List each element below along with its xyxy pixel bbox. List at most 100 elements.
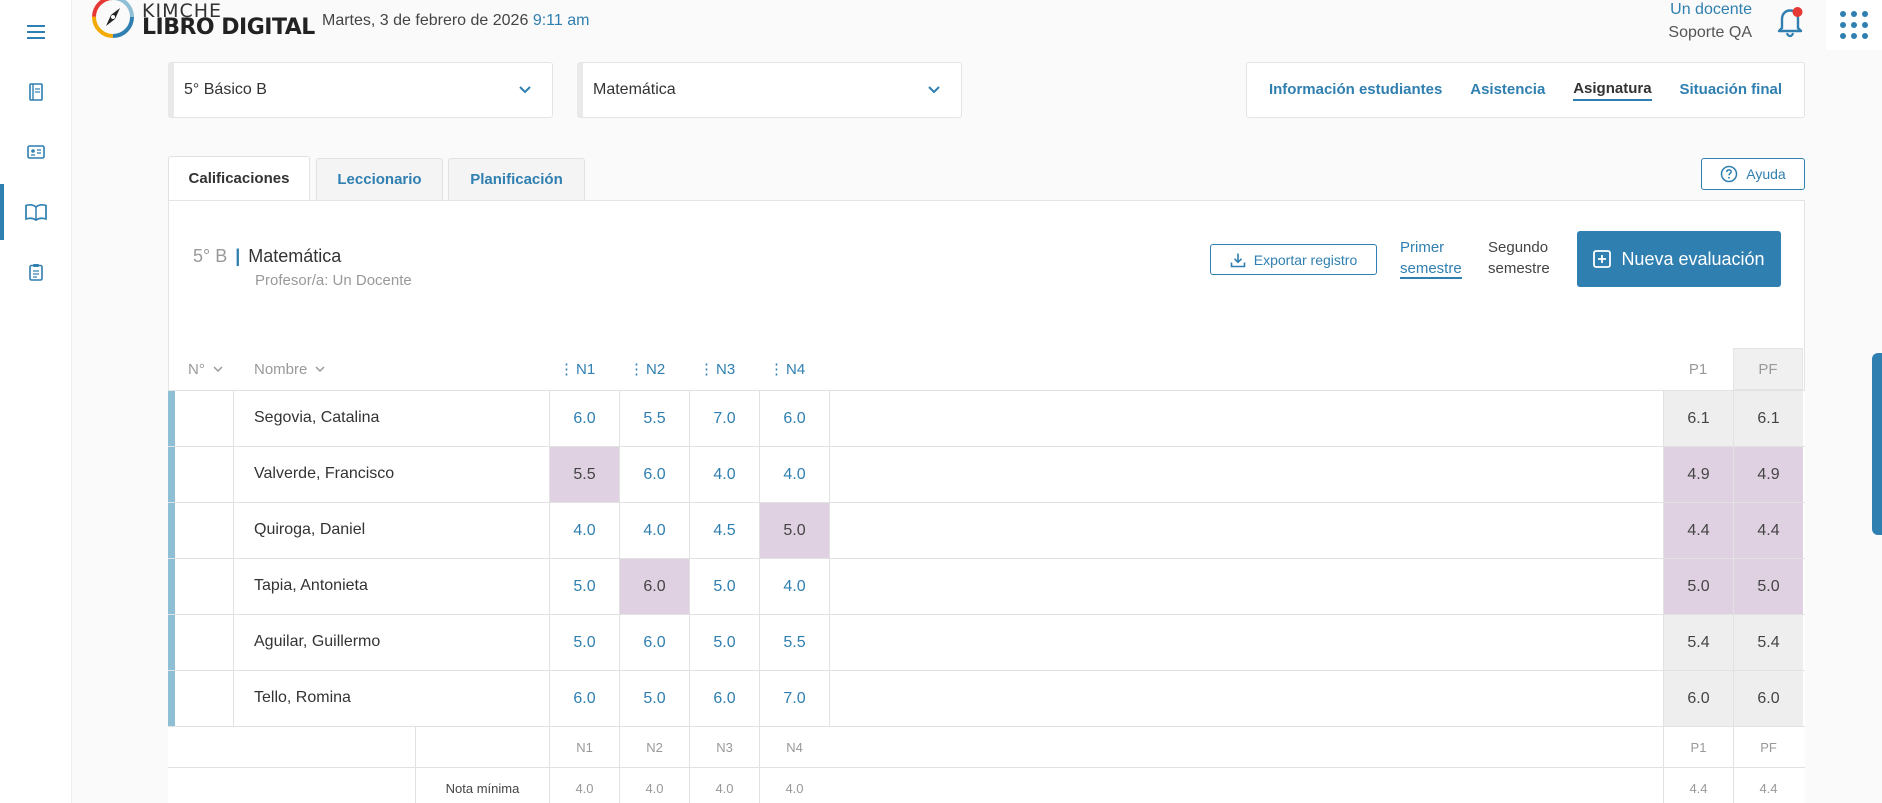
course-short: 5° B	[193, 246, 228, 266]
open-book-icon[interactable]	[0, 184, 72, 240]
student-number-cell	[175, 615, 234, 671]
grade-cell[interactable]: 6.0	[619, 447, 689, 503]
export-button[interactable]: Exportar registro	[1210, 244, 1377, 275]
grade-cell[interactable]: 4.0	[549, 503, 619, 559]
pf-average-cell: 5.4	[1733, 615, 1803, 671]
subject-select[interactable]: Matemática	[577, 62, 962, 118]
student-name[interactable]: Tapia, Antonieta	[254, 577, 368, 595]
nav-tab-informacion-estudiantes[interactable]: Información estudiantes	[1269, 81, 1442, 100]
semester-1-toggle[interactable]: Primer semestre	[1400, 237, 1462, 279]
col-header-n4[interactable]: ⋮ N4	[769, 348, 829, 390]
subject-title: Matemática	[248, 246, 342, 266]
new-evaluation-button[interactable]: Nueva evaluación	[1577, 231, 1781, 287]
chevron-down-icon	[519, 86, 531, 94]
summary-header-cell: N1	[549, 727, 619, 768]
notebook-icon[interactable]	[0, 64, 72, 120]
breadcrumb-separator: |	[235, 246, 241, 266]
student-name[interactable]: Valverde, Francisco	[254, 465, 394, 483]
col-header-n2[interactable]: ⋮ N2	[629, 348, 689, 390]
pf-average-cell: 5.0	[1733, 559, 1803, 615]
col-header-name-label: Nombre	[254, 360, 308, 378]
grade-cell[interactable]: 6.0	[549, 671, 619, 727]
new-evaluation-label: Nueva evaluación	[1621, 248, 1765, 269]
summary-header-cell: N4	[759, 727, 829, 768]
grade-cell[interactable]: 4.5	[689, 503, 759, 559]
column-menu-icon[interactable]: ⋮	[699, 360, 714, 378]
student-name[interactable]: Aguilar, Guillermo	[254, 633, 380, 651]
row-marker	[168, 503, 175, 559]
notification-bell-icon[interactable]	[1774, 4, 1806, 38]
menu-icon[interactable]	[0, 4, 72, 60]
student-number-cell	[175, 559, 234, 615]
grade-cell[interactable]: 5.5	[619, 391, 689, 447]
p1-average-cell: 5.4	[1663, 615, 1733, 671]
grade-cell[interactable]: 5.0	[619, 671, 689, 727]
grade-cell[interactable]: 6.0	[689, 671, 759, 727]
col-header-label: N1	[576, 360, 596, 378]
col-header-pf: PF	[1733, 348, 1803, 390]
nav-tab-asignatura[interactable]: Asignatura	[1573, 80, 1652, 101]
col-header-name[interactable]: Nombre	[254, 348, 327, 390]
grade-cell[interactable]: 5.0	[549, 559, 619, 615]
question-icon	[1721, 165, 1738, 183]
export-button-label: Exportar registro	[1253, 251, 1358, 268]
plus-square-icon	[1593, 250, 1612, 268]
p1-average-cell: 4.9	[1663, 447, 1733, 503]
id-card-icon[interactable]	[0, 124, 72, 180]
col-header-num[interactable]: N°	[188, 348, 225, 390]
user-info[interactable]: Un docente Soporte QA	[1668, 0, 1752, 44]
minimum-grade-cell: 4.0	[549, 768, 619, 803]
col-header-n1[interactable]: ⋮ N1	[559, 348, 619, 390]
grade-cell[interactable]: 5.5	[549, 447, 619, 503]
grade-cell[interactable]: 4.0	[759, 447, 829, 503]
grade-cell[interactable]: 5.0	[549, 615, 619, 671]
column-menu-icon[interactable]: ⋮	[559, 360, 574, 378]
grade-cell[interactable]: 5.0	[689, 615, 759, 671]
sort-chevron-icon	[315, 366, 325, 373]
course-select[interactable]: 5° Básico B	[168, 62, 553, 118]
top-bar: KIMCHE LIBRO DIGITAL Martes, 3 de febrer…	[72, 0, 1882, 50]
grade-cell[interactable]: 4.0	[759, 559, 829, 615]
apps-grid-icon[interactable]	[1826, 0, 1882, 50]
column-menu-icon[interactable]: ⋮	[769, 360, 784, 378]
grade-cell[interactable]: 5.0	[759, 503, 829, 559]
tab-planificacion[interactable]: Planificación	[448, 158, 585, 200]
student-number-cell	[175, 447, 234, 503]
grade-cell[interactable]: 5.0	[689, 559, 759, 615]
grade-cell[interactable]: 5.5	[759, 615, 829, 671]
grade-cell[interactable]: 4.0	[619, 503, 689, 559]
student-row: Segovia, Catalina 6.0 5.5 7.0 6.0 6.1 6.1	[168, 390, 1805, 447]
user-role: Soporte QA	[1668, 24, 1752, 41]
grade-cell[interactable]: 6.0	[759, 391, 829, 447]
user-name[interactable]: Un docente	[1668, 0, 1752, 20]
notification-dot	[1792, 7, 1803, 17]
grade-cell[interactable]: 4.0	[689, 447, 759, 503]
grade-cell[interactable]: 7.0	[689, 391, 759, 447]
student-name[interactable]: Quiroga, Daniel	[254, 521, 365, 539]
grade-cell[interactable]: 6.0	[549, 391, 619, 447]
semester-2-toggle[interactable]: Segundo semestre	[1488, 237, 1550, 279]
student-name[interactable]: Tello, Romina	[254, 689, 351, 707]
clipboard-icon[interactable]	[0, 244, 72, 300]
minimum-grade-cell: 4.0	[619, 768, 689, 803]
col-header-n3[interactable]: ⋮ N3	[699, 348, 759, 390]
tab-calificaciones[interactable]: Calificaciones	[168, 156, 310, 200]
semester-1-line1: Primer	[1400, 239, 1445, 256]
time-text: 9:11 am	[532, 12, 590, 29]
tab-leccionario[interactable]: Leccionario	[316, 158, 443, 200]
grade-cell[interactable]: 6.0	[619, 615, 689, 671]
student-row: Quiroga, Daniel 4.0 4.0 4.5 5.0 4.4 4.4	[168, 502, 1805, 559]
nav-tab-asistencia[interactable]: Asistencia	[1470, 81, 1545, 100]
col-header-label: N4	[786, 360, 806, 378]
scrollbar-handle[interactable]	[1872, 353, 1882, 535]
help-button[interactable]: Ayuda	[1701, 158, 1805, 190]
student-name[interactable]: Segovia, Catalina	[254, 409, 379, 427]
nav-tab-situacion-final[interactable]: Situación final	[1680, 81, 1783, 100]
grade-cell[interactable]: 6.0	[619, 559, 689, 615]
subject-select-value: Matemática	[593, 81, 676, 98]
help-button-label: Ayuda	[1746, 166, 1786, 182]
row-marker	[168, 391, 175, 447]
grade-cell[interactable]: 7.0	[759, 671, 829, 727]
column-menu-icon[interactable]: ⋮	[629, 360, 644, 378]
chevron-down-icon	[928, 86, 940, 94]
